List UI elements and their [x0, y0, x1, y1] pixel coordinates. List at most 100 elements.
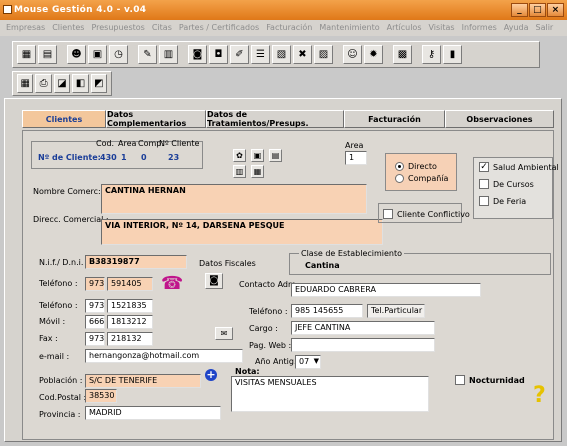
check-nocturnidad[interactable]: Nocturnidad: [455, 375, 525, 385]
datos-fiscales-button[interactable]: ◙: [205, 273, 223, 289]
tab-facturacion[interactable]: Facturación: [344, 110, 445, 128]
list-icon[interactable]: ☰: [251, 45, 270, 64]
people-icon[interactable]: ☻: [67, 45, 86, 64]
clock-icon[interactable]: ◷: [109, 45, 128, 64]
person-icon[interactable]: ☺: [343, 45, 362, 64]
eraser-icon[interactable]: ◪: [53, 74, 71, 93]
radio-compania[interactable]: Compañía: [395, 174, 448, 183]
menu-clientes[interactable]: Clientes: [52, 23, 84, 36]
palette-icon[interactable]: ✿: [233, 149, 246, 162]
folder-icon[interactable]: ◧: [72, 74, 89, 93]
cod-value: 430: [100, 153, 117, 162]
check-de-cursos-box[interactable]: [479, 179, 489, 189]
minimize-button[interactable]: _: [511, 3, 528, 17]
tools-icon[interactable]: ✖: [293, 45, 312, 64]
menu-mantenimiento[interactable]: Mantenimiento: [319, 23, 379, 36]
telefono1-number[interactable]: 591405: [107, 277, 153, 291]
radio-directo[interactable]: Directo: [395, 162, 437, 171]
menu-facturacion[interactable]: Facturación: [266, 23, 312, 36]
phone-icon[interactable]: ☎: [161, 275, 183, 293]
title-bar: Mouse Gestión 4.0 - v.04 _ □ ×: [0, 0, 567, 20]
radio-compania-circle[interactable]: [395, 174, 404, 183]
book-icon[interactable]: ▮: [443, 45, 462, 64]
print-icon[interactable]: ⎙: [35, 74, 52, 93]
check-nocturnidad-box[interactable]: [455, 375, 465, 385]
area-field[interactable]: 1: [345, 151, 367, 165]
memo-icon[interactable]: ▩: [393, 45, 412, 64]
map-icon[interactable]: ▤: [269, 149, 282, 162]
movil-prefix[interactable]: 666: [85, 315, 105, 329]
telefono-contacto-tipo[interactable]: Tel.Particular: [367, 304, 425, 318]
provincia-field[interactable]: MADRID: [85, 406, 221, 420]
menu-partes[interactable]: Partes / Certificados: [179, 23, 259, 36]
menu-articulos[interactable]: Artículos: [387, 23, 422, 36]
tab-datos-tratamientos[interactable]: Datos de Tratamientos/Presups.: [206, 110, 344, 128]
note-icon[interactable]: ▥: [233, 165, 246, 178]
direcc-comercial-field[interactable]: VIA INTERIOR, Nº 14, DARSENA PESQUE: [101, 219, 383, 245]
tab-datos-complementarios[interactable]: Datos Complementarios: [106, 110, 206, 128]
cargo-label: Cargo :: [249, 324, 278, 333]
lock-icon[interactable]: ▣: [251, 149, 264, 162]
toolbar-top: ▦ ▤ ☻ ▣ ◷ ✎ ▥ ◙ ◘ ✐ ☰ ▧ ✖ ▨ ☺ ✹ ▩ ⚷ ▮: [12, 41, 540, 68]
chevron-down-icon[interactable]: ▼: [314, 357, 319, 365]
key-icon[interactable]: ⚷: [422, 45, 441, 64]
grid-icon[interactable]: ▦: [17, 45, 36, 64]
nota-field[interactable]: VISITAS MENSUALES: [231, 376, 429, 412]
check-de-cursos-label: De Cursos: [493, 179, 534, 189]
help-icon[interactable]: ?: [533, 385, 546, 407]
telefono2-number[interactable]: 1521835: [107, 299, 153, 313]
check-de-cursos[interactable]: De Cursos: [479, 179, 534, 189]
telefono-contacto-number[interactable]: 985 145655: [291, 304, 363, 318]
telefono1-prefix[interactable]: 973: [85, 277, 105, 291]
gallery-icon[interactable]: ▦: [251, 165, 264, 178]
nif-field[interactable]: B38319877: [85, 255, 187, 269]
bug-icon[interactable]: ✹: [364, 45, 383, 64]
fax-prefix[interactable]: 973: [85, 332, 105, 346]
anio-antig-select[interactable]: 07 ▼: [295, 355, 321, 369]
menu-visitas[interactable]: Visitas: [428, 23, 454, 36]
doc-icon[interactable]: ▤: [38, 45, 57, 64]
maximize-button[interactable]: □: [529, 3, 546, 17]
pen-icon[interactable]: ✐: [230, 45, 249, 64]
email-label: e-mail :: [39, 352, 70, 361]
tab-observaciones[interactable]: Observaciones: [445, 110, 554, 128]
tab-strip: Clientes Datos Complementarios Datos de …: [22, 110, 554, 128]
close-button[interactable]: ×: [547, 3, 564, 17]
ledger-icon[interactable]: ▧: [272, 45, 291, 64]
check-de-feria-box[interactable]: [479, 196, 489, 206]
check-salud-ambiental-box[interactable]: ✓: [479, 162, 489, 172]
email-field[interactable]: hernangonza@hotmail.com: [85, 349, 243, 363]
nombre-comerc-field[interactable]: CANTINA HERNAN: [101, 184, 367, 214]
content-area: Cod. Area Comp. Nº Cliente Nº de Cliente…: [22, 130, 559, 440]
tag-icon[interactable]: ◩: [90, 74, 108, 93]
menu-citas[interactable]: Citas: [152, 23, 172, 36]
movil-number[interactable]: 1813212: [107, 315, 153, 329]
edit-doc-icon[interactable]: ✎: [138, 45, 157, 64]
telefono2-prefix[interactable]: 973: [85, 299, 105, 313]
report-icon[interactable]: ▥: [159, 45, 178, 64]
poblacion-field[interactable]: S/C DE TENERIFE: [85, 374, 201, 388]
calendar-icon[interactable]: ▣: [88, 45, 107, 64]
table-icon[interactable]: ▦: [17, 74, 34, 93]
fax-send-icon[interactable]: ✉: [215, 327, 233, 340]
contacto-field[interactable]: EDUARDO CABRERA: [291, 283, 481, 297]
menu-salir[interactable]: Salir: [536, 23, 554, 36]
fax-number[interactable]: 218132: [107, 332, 153, 346]
cargo-field[interactable]: JEFE CANTINA: [291, 321, 435, 335]
check-conflictivo[interactable]: Cliente Conflictivo: [383, 209, 470, 219]
radio-directo-circle[interactable]: [395, 162, 404, 171]
add-poblacion-icon[interactable]: +: [205, 369, 217, 381]
check-de-feria[interactable]: De Feria: [479, 196, 526, 206]
check-salud-ambiental[interactable]: ✓ Salud Ambiental: [479, 162, 559, 172]
menu-presupuestos[interactable]: Presupuestos: [91, 23, 144, 36]
tab-clientes[interactable]: Clientes: [22, 110, 106, 128]
menu-informes[interactable]: Informes: [462, 23, 497, 36]
notes-icon[interactable]: ▨: [314, 45, 333, 64]
menu-empresas[interactable]: Empresas: [6, 23, 45, 36]
box-icon[interactable]: ◙: [188, 45, 207, 64]
menu-ayuda[interactable]: Ayuda: [504, 23, 529, 36]
cod-postal-field[interactable]: 38530: [85, 389, 117, 403]
check-conflictivo-box[interactable]: [383, 209, 393, 219]
camera-icon[interactable]: ◘: [209, 45, 228, 64]
pag-web-field[interactable]: [291, 338, 435, 352]
